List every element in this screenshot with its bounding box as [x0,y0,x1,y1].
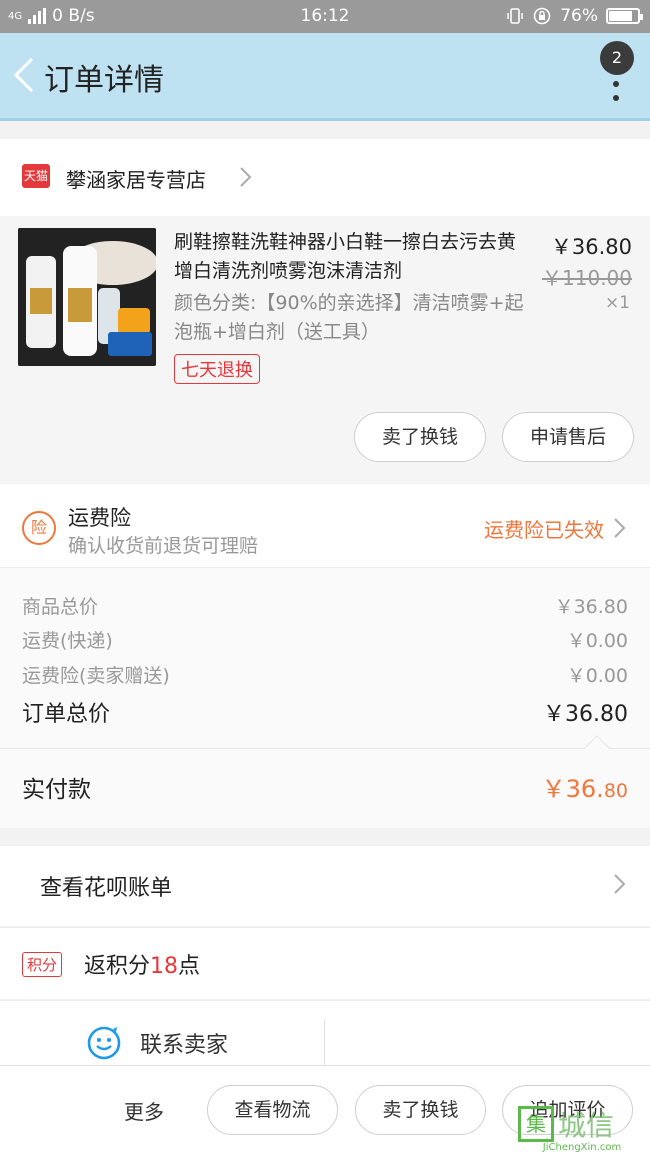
more-menu-icon[interactable] [606,71,626,101]
tmall-logo: 天猫 [22,164,50,188]
actual-payment-label: 实付款 [22,777,91,803]
status-right: 76% [506,6,643,26]
status-bar: 4G 0 B/s 16:12 76% [0,0,650,33]
price-summary: 商品总价 ￥36.80 运费(快递) ￥0.00 运费险(卖家赠送) ￥0.00… [0,568,650,748]
nav-bar: 订单详情 2 [0,33,650,121]
view-logistics-button[interactable]: 查看物流 [207,1085,338,1135]
shipping-insurance-row[interactable]: 险 运费险 确认收货前退货可理赔 运费险已失效 [0,484,650,568]
watermark-url: JiChengXin.com [542,1142,622,1153]
summary-value: ￥0.00 [566,665,628,687]
shop-header[interactable]: 天猫 攀涵家居专营店 [0,139,650,216]
product-sku: 颜色分类:【90%的亲选择】清洁喷雾+起泡瓶+增白剂（送工具） [174,292,524,343]
sell-for-cash-button[interactable]: 卖了换钱 [355,1085,486,1135]
shop-name[interactable]: 攀涵家居专营店 [66,164,206,193]
seven-day-return-tag: 七天退换 [174,354,260,384]
battery-percent: 76% [560,6,598,26]
back-icon[interactable] [10,55,40,95]
summary-value: ￥0.00 [566,630,628,652]
chevron-right-icon [240,167,252,187]
insurance-icon: 险 [22,511,56,545]
insurance-status[interactable]: 运费险已失效 [484,514,604,543]
goods-item[interactable]: 刷鞋擦鞋洗鞋神器小白鞋一擦白去污去黄增白清洗剂喷雾泡沫清洁剂 颜色分类:【90%… [0,216,650,483]
product-price: ￥36.80 [550,235,632,259]
original-price: ￥110.00 [542,266,632,290]
contact-seller-label[interactable]: 联系卖家 [140,1027,228,1059]
vibrate-icon [507,8,523,24]
watermark-logo: 集 [518,1106,554,1142]
apply-after-sales-button[interactable]: 申请售后 [502,412,634,462]
points-number: 18 [150,954,179,979]
product-quantity: ×1 [604,293,630,313]
summary-row: 运费(快递) ￥0.00 [22,626,628,656]
insurance-title: 运费险 [68,506,131,530]
summary-row: 运费险(卖家赠送) ￥0.00 [22,661,628,691]
summary-label: 商品总价 [22,596,99,618]
rotation-lock-icon [533,7,551,25]
huabei-bill-label[interactable]: 查看花呗账单 [40,870,172,902]
summary-label: 运费险(卖家赠送) [22,665,170,687]
order-total-label: 订单总价 [22,702,111,727]
product-image[interactable] [18,228,156,366]
message-badge[interactable]: 2 [600,41,634,75]
huabei-bill-row[interactable]: 查看花呗账单 [0,846,650,926]
actual-payment-value: ￥36.80 [541,775,628,803]
watermark-chinese: 城信 [558,1109,615,1142]
chevron-right-icon [614,518,626,538]
insurance-subtitle: 确认收货前退货可理赔 [68,535,259,557]
contact-seller-row[interactable]: 联系卖家 [0,1000,650,1066]
summary-value: ￥36.80 [554,596,628,618]
sell-for-cash-button[interactable]: 卖了换钱 [354,412,486,462]
product-title[interactable]: 刷鞋擦鞋洗鞋神器小白鞋一擦白去污去黄增白清洗剂喷雾泡沫清洁剂 [174,228,529,286]
order-total-row: 订单总价 ￥36.80 [22,696,628,727]
points-row: 积分 返积分18点 [0,927,650,999]
summary-label: 运费(快递) [22,630,113,652]
product-photo-icon [18,228,156,366]
order-total-value: ￥36.80 [543,702,628,727]
chat-smile-icon [87,1026,121,1060]
more-button[interactable]: 更多 [124,1096,164,1125]
actual-payment-row: 实付款 ￥36.80 [0,735,650,828]
battery-icon [606,8,643,24]
divider [324,1019,325,1066]
page-title: 订单详情 [44,63,164,98]
points-text: 返积分18点 [84,954,201,979]
site-watermark: 集 城信 JiChengXin.com [518,1104,646,1154]
points-tag: 积分 [22,952,63,977]
chevron-right-icon [614,874,626,894]
summary-row: 商品总价 ￥36.80 [22,592,628,622]
